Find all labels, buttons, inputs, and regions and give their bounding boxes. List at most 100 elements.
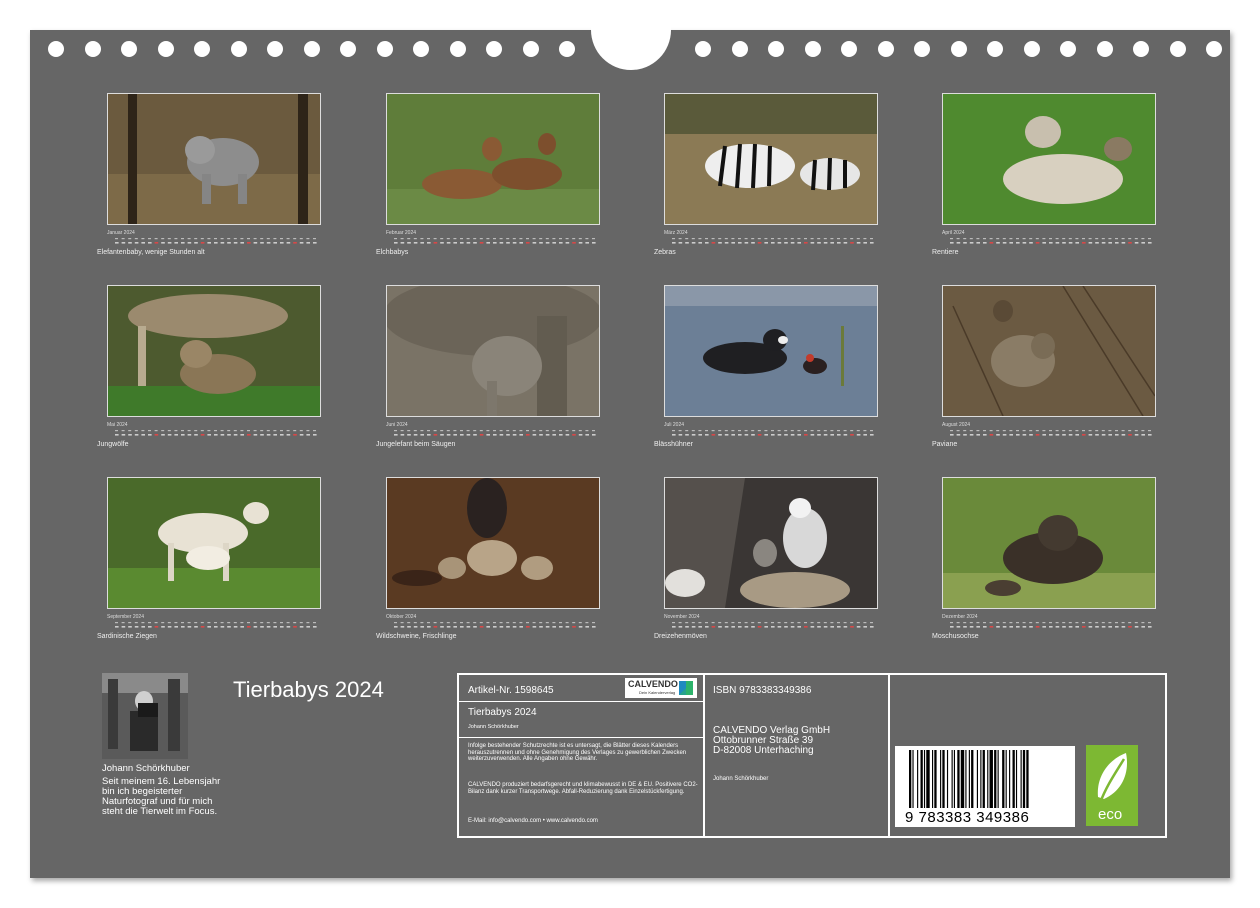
kittiwakes-photo	[664, 477, 878, 609]
photo-caption: Jungwölfe	[97, 441, 129, 448]
author-name: Johann Schörkhuber	[102, 763, 190, 774]
photo-caption: Elchbabys	[376, 249, 409, 256]
photo-caption: Elefantenbaby, wenige Stunden alt	[97, 249, 205, 256]
photo-caption: Rentiere	[932, 249, 959, 256]
binding-hole	[1133, 41, 1149, 57]
month-tile: Februar 2024 Elchbabys	[376, 93, 600, 256]
month-tile: September 2024 Sardinische Ziegen	[97, 477, 321, 640]
binding-hole	[267, 41, 283, 57]
binding-hole	[731, 41, 748, 57]
photo-caption: Dreizehenmöven	[654, 633, 707, 640]
moose-calves-photo	[386, 93, 600, 225]
binding-hole	[157, 41, 174, 57]
binding-hole	[559, 41, 575, 57]
wolf-cubs-photo	[107, 285, 321, 417]
mini-calendar-strip	[386, 618, 600, 628]
binding-hole	[303, 41, 320, 57]
reindeer-photo	[942, 93, 1156, 225]
binding-hole	[804, 41, 821, 57]
copyright-notice: Infolge bestehender Schutzrechte ist es …	[468, 743, 687, 763]
contact-line: E-Mail: info@calvendo.com • www.calvendo…	[468, 818, 598, 824]
mini-calendar-strip	[664, 618, 878, 628]
mini-calendar-strip	[107, 234, 321, 244]
binding-hole	[877, 41, 894, 57]
calvendo-logo-text: CALVENDO	[628, 679, 678, 689]
binding-hole	[1060, 41, 1076, 57]
calendar-title: Tierbabys 2024	[233, 677, 384, 702]
photo-caption: Zebras	[654, 249, 676, 256]
month-tile: November 2024 Dreizehenmöven	[654, 477, 878, 640]
isbn: ISBN 9783383349386	[713, 685, 812, 696]
mini-calendar-strip	[107, 426, 321, 436]
binding-hole	[522, 41, 539, 57]
binding-hole	[376, 41, 393, 57]
info-title: Tierbabys 2024	[468, 707, 537, 718]
muskox-photo	[942, 477, 1156, 609]
coots-photo	[664, 285, 878, 417]
binding-hole	[1023, 41, 1040, 57]
mini-calendar-strip	[664, 234, 878, 244]
binding-hole	[340, 41, 356, 57]
publisher-info-box: Artikel-Nr. 1598645 CALVENDO Dein Kalend…	[457, 673, 1167, 838]
isbn-barcode: 9 783383 349386	[895, 746, 1075, 827]
eco-label: eco	[1098, 806, 1123, 823]
binding-hole	[449, 41, 466, 57]
eco-notice: CALVENDO produziert bedarfsgerecht und k…	[468, 782, 698, 795]
binding-hole	[486, 41, 502, 57]
publisher-author: Johann Schörkhuber	[713, 776, 769, 782]
calendar-back-cover: Januar 2024 Elefantenbaby, wenige Stunden…	[30, 0, 1230, 878]
month-tile: August 2024 Paviane	[932, 285, 1156, 448]
binding-hole	[48, 41, 64, 57]
month-tile: Oktober 2024 Wildschweine, Frischlinge	[376, 477, 600, 640]
mini-calendar-strip	[942, 426, 1156, 436]
photo-caption: Paviane	[932, 441, 958, 448]
binding-hole	[84, 41, 101, 57]
mini-calendar-strip	[942, 234, 1156, 244]
month-tile: Januar 2024 Elefantenbaby, wenige Stunden…	[97, 93, 321, 256]
goats-photo	[107, 477, 321, 609]
elephant-nursing-photo	[386, 285, 600, 417]
mini-calendar-strip	[107, 618, 321, 628]
barcode-digits: 9 783383 349386	[903, 809, 1032, 826]
photo-caption: Jungelefant beim Säugen	[376, 441, 456, 448]
zebras-photo	[664, 93, 878, 225]
binding-hole	[1169, 41, 1186, 57]
wild-boars-photo	[386, 477, 600, 609]
binding-hole	[1206, 41, 1222, 57]
author-photo	[102, 673, 188, 759]
month-tile: März 2024 Zebras	[654, 93, 878, 256]
info-author: Johann Schörkhuber	[468, 724, 519, 730]
photo-caption: Blässhühner	[654, 441, 693, 448]
eco-badge: eco	[1086, 745, 1138, 826]
month-tile: Juni 2024 Jungelefant beim Säugen	[376, 285, 600, 448]
month-tile: Dezember 2024 Moschusochse	[932, 477, 1156, 640]
photo-caption: Moschusochse	[932, 633, 979, 640]
elephant-calf-photo	[107, 93, 321, 225]
binding-hole	[768, 41, 784, 57]
binding-hole	[194, 41, 210, 57]
mini-calendar-strip	[386, 426, 600, 436]
binding-hole	[121, 41, 137, 57]
month-tile: April 2024 Rentiere	[932, 93, 1156, 256]
binding-hole	[413, 41, 429, 57]
calvendo-logo-sub: Dein Kalenderverlag	[639, 690, 676, 695]
mini-calendar-strip	[942, 618, 1156, 628]
month-tile: Mai 2024 Jungwölfe	[97, 285, 321, 448]
publisher-city: D-82008 Unterhaching	[713, 745, 814, 756]
photo-caption: Sardinische Ziegen	[97, 633, 157, 640]
binding-hole	[230, 41, 247, 57]
baboons-photo	[942, 285, 1156, 417]
mini-calendar-strip	[386, 234, 600, 244]
binding-hole	[1096, 41, 1113, 57]
article-number: Artikel-Nr. 1598645	[468, 685, 554, 696]
photo-caption: Wildschweine, Frischlinge	[376, 633, 457, 640]
calvendo-logo: CALVENDO Dein Kalenderverlag	[625, 678, 697, 698]
binding-hole	[914, 41, 930, 57]
binding-hole	[950, 41, 967, 57]
mini-calendar-strip	[664, 426, 878, 436]
binding-hole	[695, 41, 711, 57]
binding-hole	[841, 41, 857, 57]
author-bio: Seit meinem 16. Lebensjahr bin ich begei…	[102, 776, 221, 817]
binding-hole	[987, 41, 1003, 57]
month-tile: Juli 2024 Blässhühner	[654, 285, 878, 448]
